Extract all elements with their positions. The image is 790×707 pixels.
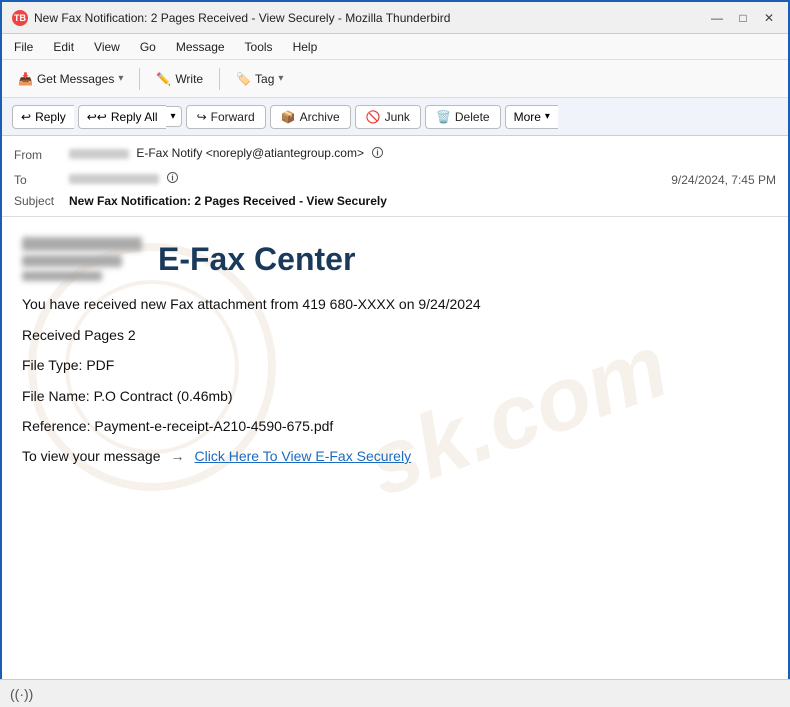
get-messages-icon: 📥 (18, 72, 33, 86)
from-address: E-Fax Notify <noreply@atiantegroup.com> (136, 146, 364, 160)
delete-icon: 🗑️ (436, 110, 451, 124)
logo-blurred-line1 (22, 237, 142, 251)
fax-message: You have received new Fax attachment fro… (22, 291, 768, 318)
reply-label: Reply (35, 110, 66, 124)
reference: Reference: Payment-e-receipt-A210-4590-6… (22, 413, 768, 440)
menu-file[interactable]: File (10, 38, 37, 56)
reply-all-label: Reply All (111, 110, 158, 124)
minimize-button[interactable]: — (708, 9, 726, 27)
logo-blurred-line3 (22, 271, 102, 281)
tag-label: Tag (255, 72, 274, 86)
company-title: E-Fax Center (158, 241, 355, 278)
file-type: File Type: PDF (22, 352, 768, 379)
more-split-button: More ▾ (505, 105, 558, 129)
app-icon: TB (12, 10, 28, 26)
from-info-icon[interactable]: 🛈 (371, 146, 383, 160)
delete-label: Delete (455, 110, 490, 124)
view-text: To view your message (22, 448, 161, 464)
email-body-text: You have received new Fax attachment fro… (2, 291, 788, 440)
tag-dropdown-icon[interactable]: ▾ (278, 73, 283, 84)
email-date: 9/24/2024, 7:45 PM (671, 173, 776, 187)
get-messages-button[interactable]: 📥 Get Messages ▾ (10, 68, 131, 90)
subject-row: Subject New Fax Notification: 2 Pages Re… (14, 194, 776, 208)
window-controls: — □ ✕ (708, 9, 778, 27)
toolbar-separator-2 (219, 68, 220, 90)
from-value: E-Fax Notify <noreply@atiantegroup.com> … (69, 144, 776, 165)
tag-button[interactable]: 🏷️ Tag ▾ (228, 68, 291, 90)
get-messages-dropdown-icon[interactable]: ▾ (118, 73, 123, 84)
maximize-button[interactable]: □ (734, 9, 752, 27)
menu-tools[interactable]: Tools (241, 38, 277, 56)
reply-icon: ↩ (21, 110, 31, 124)
reply-split-button: ↩ Reply (12, 105, 74, 129)
write-button[interactable]: ✏️ Write (148, 68, 211, 90)
junk-button[interactable]: 🚫 Junk (355, 105, 421, 129)
toolbar-separator-1 (139, 68, 140, 90)
menu-go[interactable]: Go (136, 38, 160, 56)
archive-label: Archive (300, 110, 340, 124)
menu-bar: File Edit View Go Message Tools Help (2, 34, 788, 60)
watermark-area: sk.com E-Fax Center You have received ne… (2, 217, 788, 657)
arrow-icon: → (171, 448, 185, 464)
menu-help[interactable]: Help (289, 38, 322, 56)
to-label: To (14, 173, 69, 187)
write-label: Write (175, 72, 203, 86)
forward-button[interactable]: ↪ Forward (186, 105, 266, 129)
reply-all-dropdown-button[interactable]: ▾ (166, 106, 182, 127)
forward-label: Forward (211, 110, 255, 124)
subject-value: New Fax Notification: 2 Pages Received -… (69, 194, 387, 208)
archive-button[interactable]: 📦 Archive (270, 105, 351, 129)
window-title: New Fax Notification: 2 Pages Received -… (34, 11, 450, 25)
view-fax-link[interactable]: Click Here To View E-Fax Securely (195, 448, 412, 464)
to-blurred (69, 174, 159, 184)
forward-icon: ↪ (197, 110, 207, 124)
to-row: To 🛈 9/24/2024, 7:45 PM (14, 169, 776, 190)
get-messages-label: Get Messages (37, 72, 114, 86)
junk-label: Junk (385, 110, 410, 124)
from-row: From E-Fax Notify <noreply@atiantegroup.… (14, 144, 776, 165)
more-button[interactable]: More ▾ (505, 105, 558, 129)
write-icon: ✏️ (156, 72, 171, 86)
reply-all-split-button: ↩↩ Reply All ▾ (78, 105, 182, 129)
menu-message[interactable]: Message (172, 38, 229, 56)
reply-all-icon: ↩↩ (87, 110, 107, 124)
tag-icon: 🏷️ (236, 72, 251, 86)
company-title-wrapper: E-Fax Center (158, 241, 355, 278)
subject-label: Subject (14, 194, 69, 208)
junk-icon: 🚫 (366, 110, 381, 124)
email-header: From E-Fax Notify <noreply@atiantegroup.… (2, 136, 788, 217)
from-blurred (69, 149, 129, 159)
logo-section: E-Fax Center (2, 217, 788, 291)
wifi-icon: ((·)) (10, 686, 33, 702)
menu-edit[interactable]: Edit (49, 38, 78, 56)
delete-button[interactable]: 🗑️ Delete (425, 105, 501, 129)
archive-icon: 📦 (281, 110, 296, 124)
reply-all-button[interactable]: ↩↩ Reply All (78, 105, 166, 129)
file-name: File Name: P.O Contract (0.46mb) (22, 383, 768, 410)
to-info-icon[interactable]: 🛈 (166, 171, 178, 185)
toolbar: 📥 Get Messages ▾ ✏️ Write 🏷️ Tag ▾ (2, 60, 788, 98)
menu-view[interactable]: View (90, 38, 124, 56)
more-label: More (514, 110, 541, 124)
pages-label: Received Pages 2 (22, 322, 768, 349)
logo-blurred-line2 (22, 255, 122, 267)
close-button[interactable]: ✕ (760, 9, 778, 27)
status-bar: ((·)) (0, 679, 790, 707)
to-value: 🛈 (69, 169, 671, 190)
view-link-row: To view your message → Click Here To Vie… (2, 444, 788, 468)
email-body: sk.com E-Fax Center You have received ne… (2, 217, 788, 682)
more-dropdown-icon: ▾ (545, 111, 550, 122)
reply-button[interactable]: ↩ Reply (12, 105, 74, 129)
logo-area (22, 237, 142, 281)
from-label: From (14, 148, 69, 162)
action-bar: ↩ Reply ↩↩ Reply All ▾ ↪ Forward 📦 Archi… (2, 98, 788, 136)
title-bar: TB New Fax Notification: 2 Pages Receive… (2, 2, 788, 34)
